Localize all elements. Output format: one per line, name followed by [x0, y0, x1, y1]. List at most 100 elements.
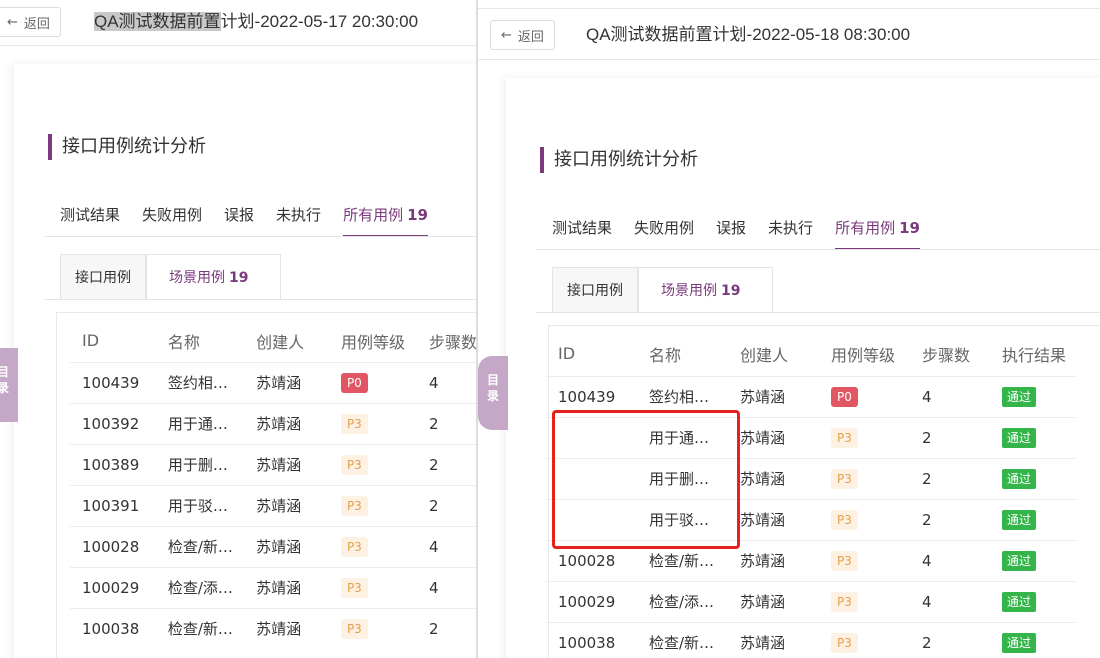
cell-name[interactable]: 检查/新… — [155, 525, 245, 567]
subtab-scene-count: 19 — [721, 283, 741, 299]
cell-creator: 苏靖涵 — [244, 402, 329, 444]
cell-level: P0 — [328, 361, 417, 403]
subtab-api-cases[interactable]: 接口用例 — [552, 267, 638, 313]
left-subtabs-underline — [44, 299, 477, 300]
cell-creator: 苏靖涵 — [728, 457, 819, 499]
cell-result: 通过 — [990, 621, 1076, 658]
cell-id — [546, 416, 637, 458]
tab-all-cases[interactable]: 所有用例 19 — [343, 204, 428, 237]
left-plan-title-rest: 计划-2022-05-17 20:30:00 — [220, 12, 419, 31]
subtab-scene-label: 场景用例 — [169, 270, 225, 286]
col-id: ID — [82, 331, 100, 351]
table-row[interactable]: 用于通… 苏靖涵 P3 2 通过 — [546, 416, 1076, 458]
cell-name[interactable]: 签约相… — [155, 361, 245, 403]
cell-level: P3 — [819, 580, 910, 622]
col-creator: 创建人 — [740, 345, 789, 365]
right-back-button[interactable]: ← 返回 — [490, 20, 555, 50]
toc-char-2: 录 — [486, 389, 499, 403]
col-level: 用例等级 — [340, 332, 405, 352]
right-case-type-tabs: 接口用例 场景用例 19 — [552, 267, 774, 313]
left-plan-title: QA测试数据前置计划-2022-05-17 20:30:00 — [94, 0, 418, 46]
table-row[interactable]: 100391 用于驳… 苏靖涵 P3 2 — [70, 484, 477, 526]
cell-name[interactable]: 检查/添… — [155, 566, 245, 608]
level-badge: P3 — [831, 468, 858, 489]
cell-steps: 2 — [910, 498, 990, 540]
cell-level: P3 — [328, 607, 417, 649]
cell-name[interactable]: 用于通… — [637, 416, 728, 458]
cell-steps: 4 — [910, 580, 990, 622]
toc-side-tab[interactable]: 目 录 — [478, 356, 508, 430]
table-row[interactable]: 100439 签约相… 苏靖涵 P0 4 通过 — [546, 375, 1076, 417]
cell-level: P3 — [819, 498, 910, 540]
subtab-scene-cases[interactable]: 场景用例 19 — [146, 254, 282, 300]
subtab-scene-cases[interactable]: 场景用例 19 — [638, 267, 774, 313]
cell-level: P3 — [819, 457, 910, 499]
arrow-left-icon: ← — [7, 14, 18, 30]
cell-id: 100028 — [70, 525, 156, 567]
cell-level: P3 — [328, 443, 417, 485]
tab-false-report[interactable]: 误报 — [716, 217, 746, 250]
cell-steps: 2 — [416, 607, 477, 649]
cell-level: P3 — [819, 621, 910, 658]
cell-steps: 4 — [910, 375, 990, 417]
cell-steps: 2 — [416, 443, 477, 485]
right-section-title: 接口用例统计分析 — [540, 147, 698, 173]
tab-all-cases[interactable]: 所有用例 19 — [835, 217, 920, 250]
tab-false-report[interactable]: 误报 — [224, 204, 254, 237]
cell-name[interactable]: 检查/新… — [637, 539, 728, 581]
cell-creator: 苏靖涵 — [728, 416, 819, 458]
table-row[interactable]: 100389 用于删… 苏靖涵 P3 2 — [70, 443, 477, 485]
subtab-api-cases[interactable]: 接口用例 — [60, 254, 146, 300]
cell-name[interactable]: 检查/新… — [637, 621, 728, 658]
cell-creator: 苏靖涵 — [244, 443, 329, 485]
level-badge: P3 — [340, 495, 368, 516]
right-tabs-underline — [536, 249, 1100, 250]
right-subtabs-underline — [536, 312, 1100, 313]
cell-id — [546, 457, 637, 499]
table-row[interactable]: 100038 检查/新… 苏靖涵 P3 2 — [70, 607, 477, 649]
tab-failed-cases[interactable]: 失败用例 — [142, 204, 202, 237]
arrow-left-icon: ← — [501, 27, 512, 43]
cell-name[interactable]: 用于删… — [637, 457, 728, 499]
col-steps: 步骤数 — [428, 332, 477, 352]
col-steps: 步骤数 — [922, 345, 971, 365]
table-row[interactable]: 用于驳… 苏靖涵 P3 2 通过 — [546, 498, 1076, 540]
tab-test-results[interactable]: 测试结果 — [60, 204, 120, 237]
tab-not-run[interactable]: 未执行 — [276, 204, 321, 237]
cell-level: P3 — [328, 402, 417, 444]
cell-name[interactable]: 用于删… — [155, 443, 245, 485]
cell-level: P3 — [819, 416, 910, 458]
table-row[interactable]: 100028 检查/新… 苏靖涵 P3 4 — [70, 525, 477, 567]
cell-id: 100028 — [546, 539, 637, 581]
cell-id: 100392 — [70, 402, 156, 444]
level-badge: P3 — [340, 577, 368, 598]
cell-name[interactable]: 用于驳… — [155, 484, 245, 526]
cell-creator: 苏靖涵 — [728, 621, 819, 658]
cell-name[interactable]: 签约相… — [637, 375, 728, 417]
right-topbar: ← 返回 QA测试数据前置计划-2022-05-18 08:30:00 — [478, 8, 1100, 60]
table-row[interactable]: 100029 检查/添… 苏靖涵 P3 4 — [70, 566, 477, 608]
subtab-scene-label: 场景用例 — [661, 283, 717, 299]
table-row[interactable]: 100392 用于通… 苏靖涵 P3 2 — [70, 402, 477, 444]
toc-char-1: 目 — [0, 365, 9, 379]
toc-side-tab[interactable]: 目 录 — [0, 348, 18, 422]
right-plan-title: QA测试数据前置计划-2022-05-18 08:30:00 — [586, 25, 911, 44]
level-badge: P3 — [831, 591, 858, 612]
table-row[interactable]: 用于删… 苏靖涵 P3 2 通过 — [546, 457, 1076, 499]
cell-id: 100029 — [70, 566, 156, 608]
table-row[interactable]: 100029 检查/添… 苏靖涵 P3 4 通过 — [546, 580, 1076, 622]
col-creator: 创建人 — [256, 332, 305, 352]
cell-name[interactable]: 检查/新… — [155, 607, 245, 649]
table-row[interactable]: 100028 检查/新… 苏靖涵 P3 4 通过 — [546, 539, 1076, 581]
table-row[interactable]: 100439 签约相… 苏靖涵 P0 4 — [70, 361, 477, 403]
cell-name[interactable]: 检查/添… — [637, 580, 728, 622]
tab-test-results[interactable]: 测试结果 — [552, 217, 612, 250]
cell-name[interactable]: 用于驳… — [637, 498, 728, 540]
table-row[interactable]: 100038 检查/新… 苏靖涵 P3 2 通过 — [546, 621, 1076, 658]
level-badge: P3 — [340, 413, 368, 434]
left-back-button[interactable]: ← 返回 — [0, 7, 61, 37]
tab-not-run[interactable]: 未执行 — [768, 217, 813, 250]
cell-name[interactable]: 用于通… — [155, 402, 245, 444]
tab-failed-cases[interactable]: 失败用例 — [634, 217, 694, 250]
cell-id: 100391 — [70, 484, 156, 526]
